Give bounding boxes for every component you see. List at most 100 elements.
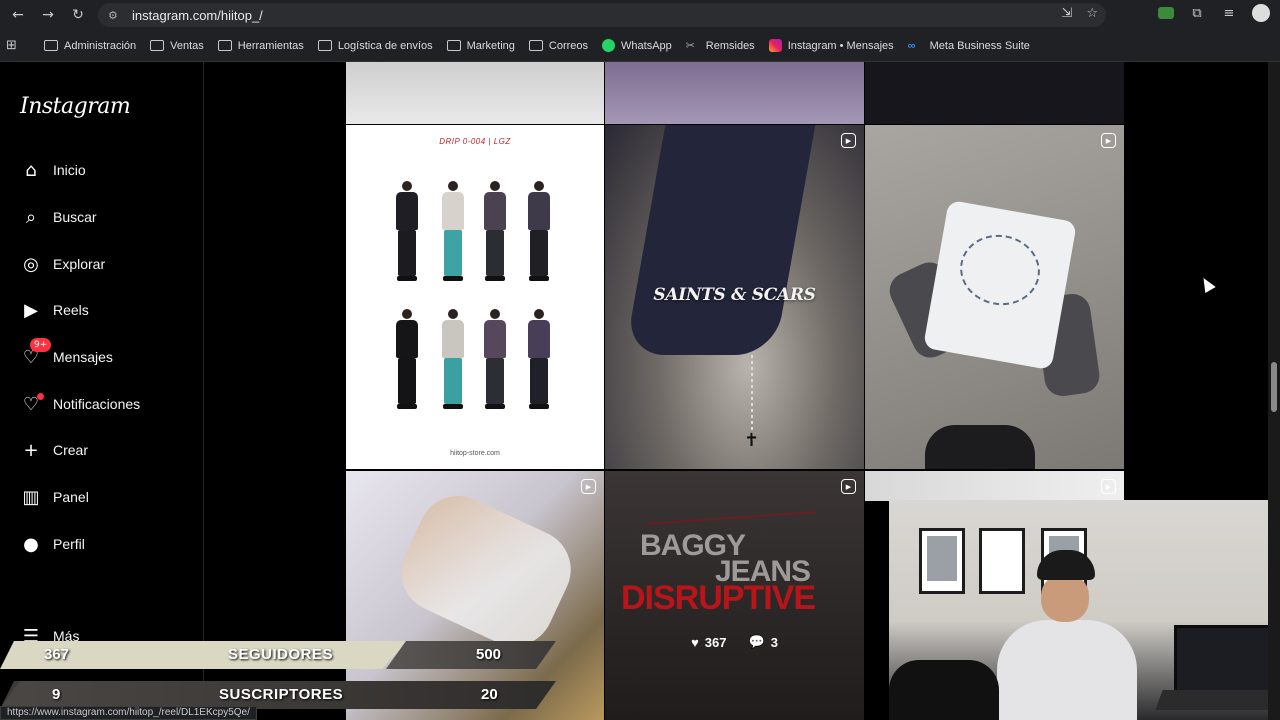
post-tile[interactable]: ▶: [865, 471, 1124, 501]
subscribers-goal: 20: [481, 686, 498, 703]
model-figure: [528, 309, 550, 409]
sidebar-item-label: Notificaciones: [53, 396, 141, 412]
bookmark-whatsapp[interactable]: WhatsApp: [602, 39, 672, 52]
reel-icon: ▶: [1101, 133, 1116, 148]
install-app-icon[interactable]: ⇲: [1061, 6, 1072, 21]
post-tile-shirt[interactable]: ▶: [865, 125, 1124, 469]
sidebar-item-buscar[interactable]: ⌕ Buscar: [20, 203, 97, 231]
extensions-puzzle-icon[interactable]: ⧉: [1188, 4, 1206, 22]
instagram-logo[interactable]: Instagram: [20, 94, 131, 119]
bookmark-ventas[interactable]: Ventas: [150, 40, 204, 52]
model-figure: [396, 181, 418, 281]
extension-icon[interactable]: [1158, 7, 1174, 19]
post-tile[interactable]: [346, 62, 604, 124]
reel-icon: ▶: [841, 133, 856, 148]
sidebar-item-label: Buscar: [53, 209, 97, 225]
comments-count: 3: [770, 634, 778, 650]
folder-icon: [150, 40, 165, 51]
bookmark-label: Administración: [64, 39, 137, 52]
post-tile[interactable]: [605, 62, 864, 124]
heart-icon: ♥: [691, 634, 699, 650]
sidebar-item-crear[interactable]: + Crear: [20, 436, 88, 464]
instagram-sidebar: Instagram ⌂ Inicio ⌕ Buscar ◎ Explorar ▶…: [0, 62, 204, 720]
browser-toolbar: ← → ↻ ⚙ instagram.com/hiitop_/ ⇲ ☆ ⧉ ≡: [0, 0, 1280, 30]
reel-icon: ▶: [841, 479, 856, 494]
back-button[interactable]: ←: [3, 0, 33, 30]
forward-button[interactable]: →: [33, 0, 63, 30]
saints-scars-text: SAINTS & SCARS: [653, 285, 816, 305]
sleeve-graphic: [624, 125, 816, 355]
bookmark-marketing[interactable]: Marketing: [446, 40, 515, 52]
compass-icon: ◎: [23, 253, 39, 275]
sidebar-item-panel[interactable]: ▥ Panel: [20, 483, 89, 511]
sidebar-item-mensajes[interactable]: ♡ 9+ Mensajes: [20, 338, 113, 371]
profile-avatar-icon[interactable]: [1252, 4, 1270, 22]
bookmark-label: Remsides: [705, 39, 755, 52]
plus-icon: +: [23, 439, 39, 461]
followers-overlay: 367 SEGUIDORES 500: [0, 641, 560, 669]
instagram-icon: [768, 39, 782, 52]
comments-stat: 💬 3: [749, 634, 778, 650]
bookmark-logistica[interactable]: Logística de envíos: [317, 40, 433, 52]
sidebar-item-explorar[interactable]: ◎ Explorar: [20, 250, 105, 278]
reels-icon: ▶: [24, 299, 38, 321]
sidebar-item-notificaciones[interactable]: ♡ Notificaciones: [20, 390, 140, 418]
comment-icon: 💬: [748, 634, 765, 649]
model-figure: [442, 181, 464, 281]
chart-icon: ▥: [22, 486, 40, 508]
reload-button[interactable]: ↻: [63, 0, 93, 30]
url-text: instagram.com/hiitop_/: [132, 7, 263, 23]
sidebar-item-label: Explorar: [53, 256, 106, 272]
sidebar-item-label: Reels: [53, 302, 89, 318]
reel-icon: ▶: [1101, 479, 1116, 494]
reading-list-icon[interactable]: ≡: [1220, 4, 1238, 22]
bookmark-label: Ventas: [170, 39, 204, 52]
sidebar-item-label: Crear: [53, 442, 89, 458]
home-icon: ⌂: [25, 159, 37, 181]
notification-dot: [37, 393, 44, 400]
cross-icon: ✝: [744, 430, 760, 451]
subscribers-label: SUSCRIPTORES: [219, 686, 344, 703]
hover-stats: ♥ 367 💬 3: [605, 634, 864, 650]
bookmark-correos[interactable]: Correos: [528, 40, 588, 52]
post-tile[interactable]: [865, 62, 1124, 124]
subscribers-current: 9: [52, 686, 61, 703]
site-info-icon[interactable]: ⚙: [108, 9, 124, 22]
sidebar-item-perfil[interactable]: ● Perfil: [20, 530, 85, 558]
overlay-bar: [386, 641, 556, 669]
likes-stat: ♥ 367: [691, 634, 726, 650]
bookmark-administracion[interactable]: Administración: [44, 40, 136, 52]
address-bar[interactable]: ⚙ instagram.com/hiitop_/ ⇲ ☆: [98, 3, 1106, 27]
model-figure: [396, 309, 418, 409]
reel-icon: ▶: [581, 479, 596, 494]
post-tile-baggy-jeans[interactable]: BAGGY JEANS DISRUPTIVE ▶ ♥ 367 💬 3: [605, 471, 864, 720]
followers-current: 367: [44, 646, 70, 663]
drop-title: DRIP 0-004 | LGZ: [439, 137, 511, 146]
rosary-graphic: [751, 355, 753, 440]
sidebar-item-label: Panel: [53, 489, 89, 505]
bookmark-remsides[interactable]: ✂ Remsides: [686, 39, 755, 53]
scrollbar-thumb[interactable]: [1271, 362, 1277, 412]
bookmark-instagram-mensajes[interactable]: Instagram • Mensajes: [768, 39, 894, 52]
model-figure: [484, 309, 506, 409]
post-tile-drop-lookbook[interactable]: DRIP 0-004 | LGZ hiitop-store.com: [346, 125, 604, 469]
post-tile-saints-scars[interactable]: ✝ SAINTS & SCARS ▶: [605, 125, 864, 469]
sidebar-item-reels[interactable]: ▶ Reels: [20, 296, 89, 324]
model-figure: [528, 181, 550, 281]
mouse-cursor-icon: [1198, 274, 1216, 294]
messenger-icon: ♡ 9+: [20, 338, 52, 368]
page-scrollbar[interactable]: [1268, 62, 1280, 720]
sidebar-item-label: Inicio: [53, 162, 86, 178]
bookmark-meta-business[interactable]: ∞ Meta Business Suite: [908, 40, 1030, 52]
bookmark-label: Herramientas: [237, 39, 304, 52]
disruptive-text: DISRUPTIVE: [621, 579, 816, 617]
sidebar-item-inicio[interactable]: ⌂ Inicio: [20, 156, 86, 184]
model-figure: [442, 309, 464, 409]
unread-badge: 9+: [30, 338, 52, 352]
bookmark-star-icon[interactable]: ☆: [1086, 6, 1098, 21]
bookmark-herramientas[interactable]: Herramientas: [217, 39, 304, 52]
webcam-overlay: [889, 500, 1280, 720]
apps-grid-icon[interactable]: ⊞: [6, 38, 26, 53]
meta-icon: ∞: [907, 39, 916, 52]
bookmark-label: WhatsApp: [621, 39, 672, 52]
